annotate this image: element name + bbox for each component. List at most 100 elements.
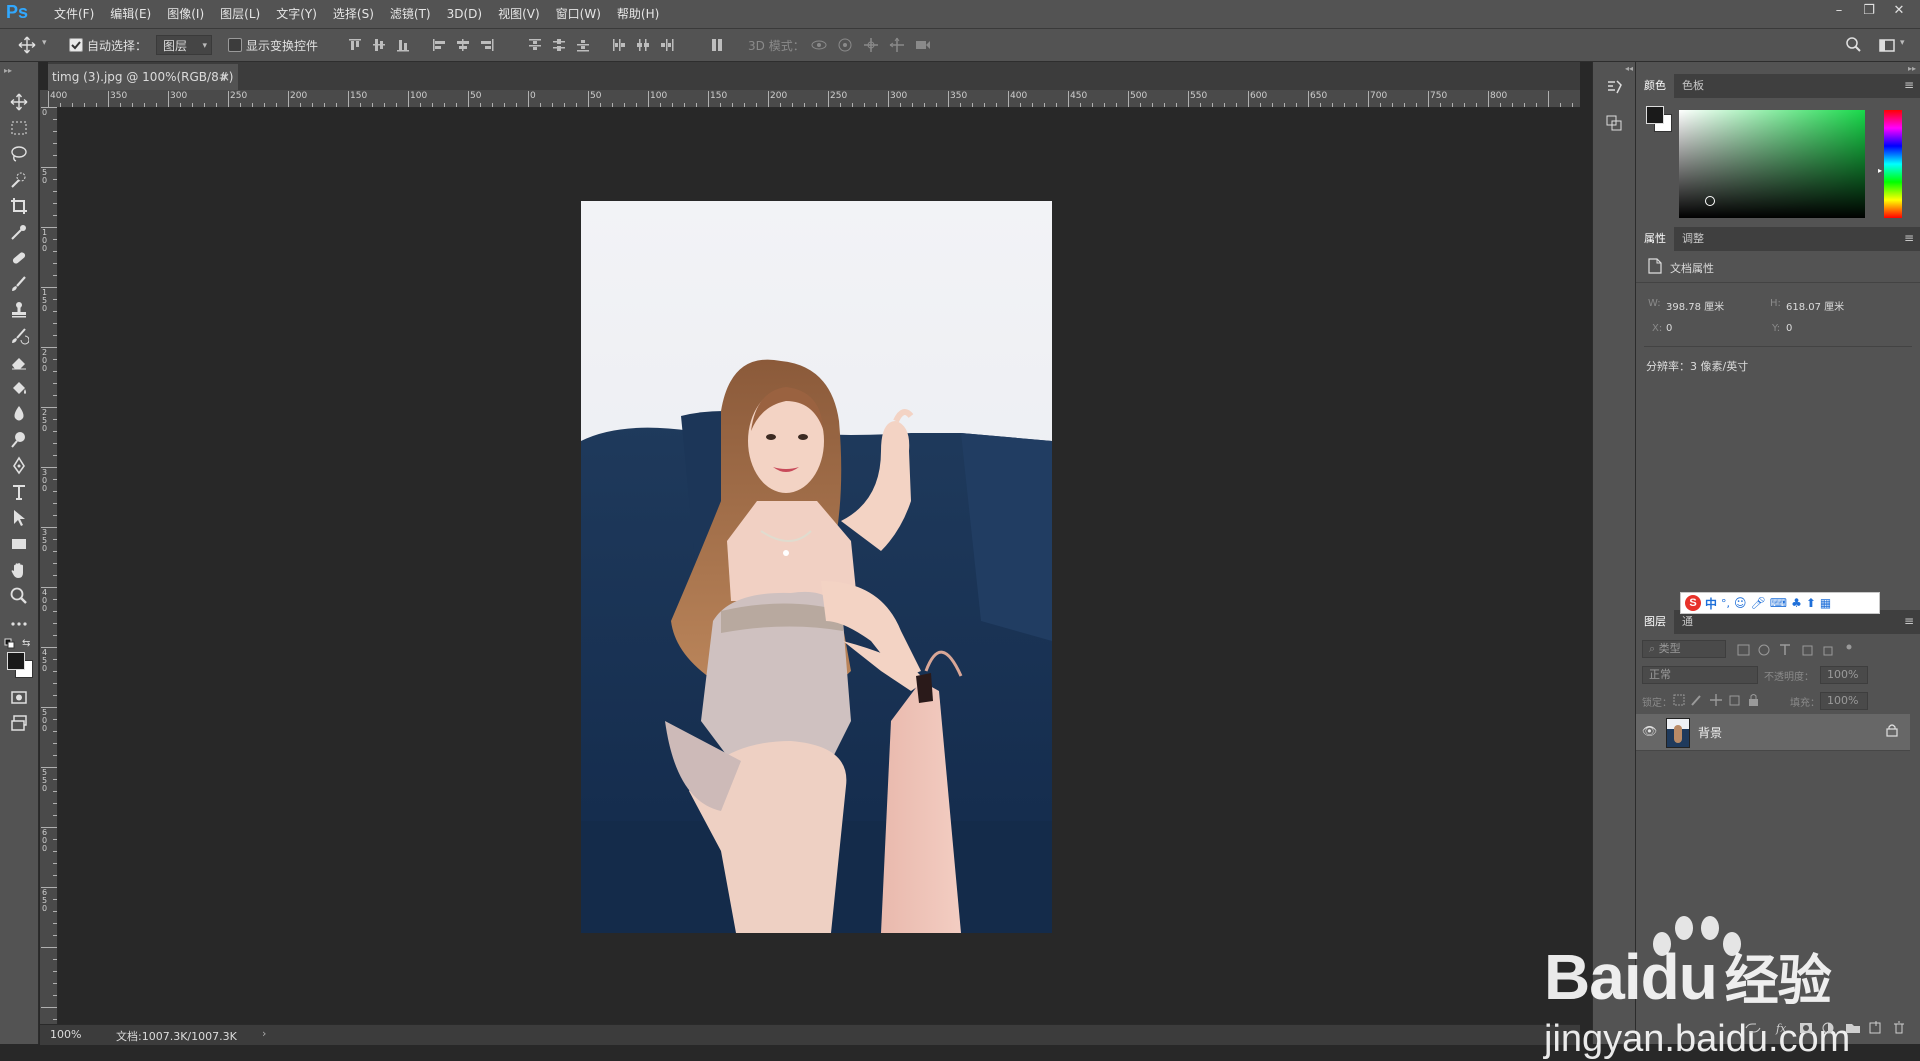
hue-slider[interactable] bbox=[1884, 110, 1902, 218]
tab-color[interactable]: 颜色 bbox=[1636, 74, 1674, 98]
marquee-tool-icon[interactable] bbox=[9, 118, 29, 138]
collapse-icon[interactable]: ▸▸ bbox=[4, 66, 12, 75]
document-image[interactable] bbox=[581, 201, 1052, 933]
distribute-top-icon[interactable] bbox=[526, 36, 544, 54]
tab-swatches[interactable]: 色板 bbox=[1674, 74, 1712, 98]
path-selection-tool-icon[interactable] bbox=[9, 508, 29, 528]
blend-mode-dropdown[interactable]: 正常 bbox=[1642, 666, 1758, 684]
foreground-color-swatch[interactable] bbox=[7, 652, 25, 670]
tab-layers[interactable]: 图层 bbox=[1636, 610, 1674, 634]
panel-menu-icon[interactable]: ≡ bbox=[1904, 614, 1914, 628]
menu-image[interactable]: 图像(I) bbox=[159, 0, 212, 28]
tab-properties[interactable]: 属性 bbox=[1636, 227, 1674, 251]
distribute-vcenter-icon[interactable] bbox=[550, 36, 568, 54]
type-tool-icon[interactable] bbox=[9, 482, 29, 502]
close-window-button[interactable]: ✕ bbox=[1884, 0, 1914, 22]
eyedropper-tool-icon[interactable] bbox=[9, 222, 29, 242]
menu-filter[interactable]: 滤镜(T) bbox=[382, 0, 439, 28]
menu-type[interactable]: 文字(Y) bbox=[268, 0, 325, 28]
screen-mode-icon[interactable] bbox=[9, 713, 29, 733]
menu-3d[interactable]: 3D(D) bbox=[439, 0, 490, 28]
eraser-tool-icon[interactable] bbox=[9, 352, 29, 372]
zoom-tool-icon[interactable] bbox=[9, 586, 29, 606]
width-value[interactable]: 398.78 厘米 bbox=[1666, 298, 1724, 313]
punctuation-icon[interactable]: °, bbox=[1721, 597, 1730, 610]
fill-field[interactable]: 100% bbox=[1820, 692, 1868, 710]
quick-mask-icon[interactable] bbox=[9, 687, 29, 707]
menu-layer[interactable]: 图层(L) bbox=[212, 0, 268, 28]
skin-icon[interactable]: ♣ bbox=[1791, 596, 1802, 610]
clone-stamp-tool-icon[interactable] bbox=[9, 300, 29, 320]
auto-align-icon[interactable] bbox=[708, 36, 726, 54]
close-tab-icon[interactable]: × bbox=[220, 64, 230, 90]
show-transform-checkbox[interactable] bbox=[228, 38, 242, 52]
hue-slider-handle[interactable]: ▸ bbox=[1878, 166, 1882, 175]
3d-orbit-icon[interactable] bbox=[810, 36, 828, 54]
opacity-field[interactable]: 100% bbox=[1820, 666, 1868, 684]
vertical-ruler[interactable]: 0 50 100 150 200 250 300 350 400 450 500 550 600 650 bbox=[40, 107, 58, 1024]
align-right-icon[interactable] bbox=[478, 36, 496, 54]
menu-select[interactable]: 选择(S) bbox=[325, 0, 382, 28]
move-tool-preset-icon[interactable] bbox=[18, 36, 36, 54]
history-panel-icon[interactable] bbox=[1605, 78, 1623, 96]
chevron-down-icon[interactable]: ▾ bbox=[1900, 38, 1905, 48]
sogou-logo-icon[interactable]: S bbox=[1685, 595, 1701, 611]
paint-bucket-tool-icon[interactable] bbox=[9, 378, 29, 398]
auto-select-target-dropdown[interactable]: 图层 ▾ bbox=[156, 35, 212, 55]
brush-tool-icon[interactable] bbox=[9, 274, 29, 294]
menu-view[interactable]: 视图(V) bbox=[490, 0, 548, 28]
panel-menu-icon[interactable]: ≡ bbox=[1904, 78, 1914, 92]
zoom-level[interactable]: 100% bbox=[50, 1028, 81, 1041]
horizontal-ruler[interactable]: 400 350 300 250 200 150 100 50 0 50 100 150 200 250 30… bbox=[48, 90, 1580, 108]
distribute-left-icon[interactable] bbox=[610, 36, 628, 54]
distribute-bottom-icon[interactable] bbox=[574, 36, 592, 54]
height-value[interactable]: 618.07 厘米 bbox=[1786, 298, 1844, 313]
crop-tool-icon[interactable] bbox=[9, 196, 29, 216]
minimize-button[interactable]: – bbox=[1824, 0, 1854, 22]
3d-scale-icon[interactable] bbox=[914, 36, 932, 54]
status-menu-arrow-icon[interactable]: › bbox=[262, 1027, 266, 1040]
chevron-down-icon[interactable]: ▾ bbox=[42, 38, 47, 48]
canvas-area[interactable] bbox=[58, 108, 1580, 1024]
fg-color-swatch[interactable] bbox=[1646, 106, 1664, 124]
3d-slide-icon[interactable] bbox=[888, 36, 906, 54]
tab-adjustments[interactable]: 调整 bbox=[1674, 227, 1712, 251]
align-bottom-icon[interactable] bbox=[394, 36, 412, 54]
pen-tool-icon[interactable] bbox=[9, 456, 29, 476]
lasso-tool-icon[interactable] bbox=[9, 144, 29, 164]
restore-button[interactable]: ❐ bbox=[1854, 0, 1884, 22]
distribute-hcenter-icon[interactable] bbox=[634, 36, 652, 54]
menu-edit[interactable]: 编辑(E) bbox=[102, 0, 159, 28]
align-hcenter-icon[interactable] bbox=[454, 36, 472, 54]
collapse-icon[interactable]: ◂◂ bbox=[1625, 64, 1633, 73]
align-vcenter-icon[interactable] bbox=[370, 36, 388, 54]
properties-panel-icon[interactable] bbox=[1605, 114, 1623, 132]
blur-tool-icon[interactable] bbox=[9, 404, 29, 424]
align-top-icon[interactable] bbox=[346, 36, 364, 54]
healing-brush-tool-icon[interactable] bbox=[9, 248, 29, 268]
panel-menu-icon[interactable]: ≡ bbox=[1904, 231, 1914, 245]
color-picker-field[interactable] bbox=[1679, 110, 1865, 218]
collapse-icon[interactable]: ▸▸ bbox=[1908, 64, 1916, 73]
layer-filter-type[interactable]: ⌕ 类型 bbox=[1642, 640, 1726, 658]
ime-toolbar[interactable]: S 中 °, ☺ 🎤︎ ⌨ ♣ ⬆ ▦ bbox=[1680, 592, 1880, 614]
default-colors-icon[interactable] bbox=[4, 638, 16, 650]
menu-window[interactable]: 窗口(W) bbox=[548, 0, 609, 28]
y-value[interactable]: 0 bbox=[1786, 323, 1792, 334]
rectangle-tool-icon[interactable] bbox=[9, 534, 29, 554]
lock-icons[interactable] bbox=[1672, 692, 1772, 708]
move-tool-icon[interactable] bbox=[9, 92, 29, 112]
keyboard-icon[interactable]: ⌨ bbox=[1770, 596, 1787, 610]
microphone-icon[interactable]: 🎤︎ bbox=[1751, 596, 1766, 610]
layer-row[interactable]: 👁︎ 背景 bbox=[1636, 714, 1910, 750]
color-picker-cursor[interactable] bbox=[1705, 196, 1715, 206]
align-left-icon[interactable] bbox=[430, 36, 448, 54]
distribute-right-icon[interactable] bbox=[658, 36, 676, 54]
menu-help[interactable]: 帮助(H) bbox=[609, 0, 667, 28]
grid-menu-icon[interactable]: ▦ bbox=[1820, 596, 1831, 610]
dodge-tool-icon[interactable] bbox=[9, 430, 29, 450]
lock-icon[interactable] bbox=[1886, 723, 1898, 737]
3d-pan-icon[interactable] bbox=[862, 36, 880, 54]
3d-roll-icon[interactable] bbox=[836, 36, 854, 54]
ime-mode-label[interactable]: 中 bbox=[1705, 595, 1717, 612]
